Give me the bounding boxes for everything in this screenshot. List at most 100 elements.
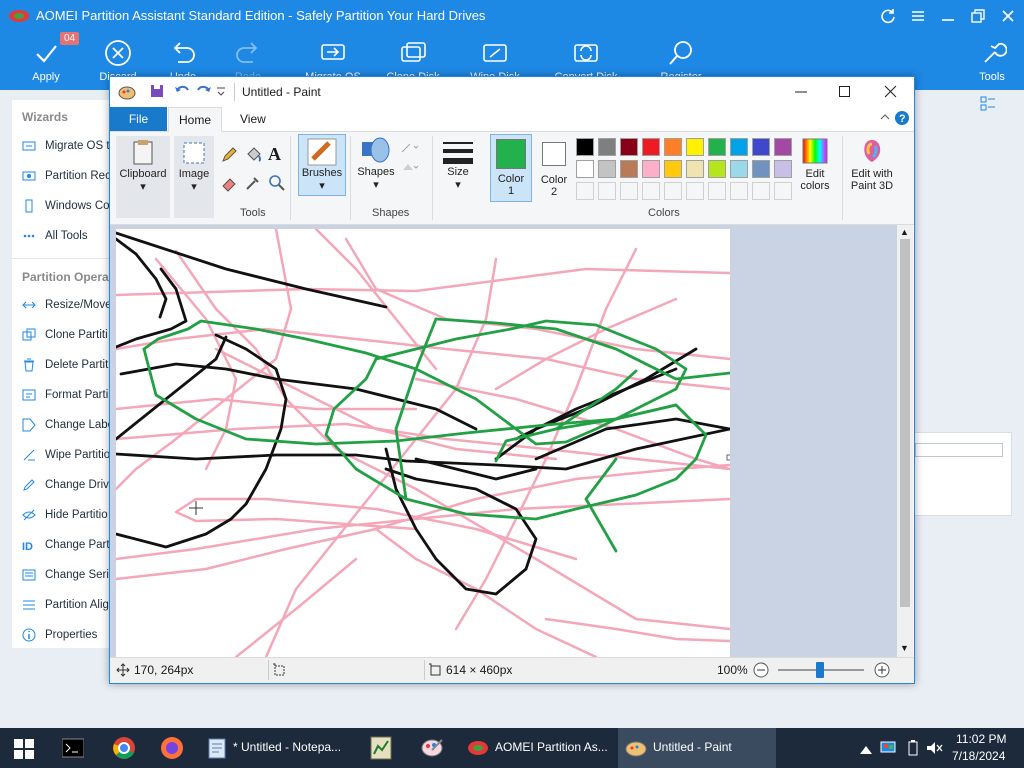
palette-empty-slot[interactable] [686,182,704,200]
palette-swatch[interactable] [774,138,792,156]
paint-close-icon[interactable] [884,85,898,102]
terminal-icon[interactable] [61,738,85,761]
paint-minimize-icon[interactable] [794,85,808,102]
palette-swatch[interactable] [774,160,792,178]
start-windows-icon[interactable] [14,739,34,762]
palette-swatch[interactable] [730,138,748,156]
palette-empty-slot[interactable] [730,182,748,200]
restore-icon[interactable] [970,8,986,27]
help-icon[interactable]: ? [894,110,910,129]
sidebar-item-change-drive-letter[interactable]: Change Driv [22,473,122,497]
zoom-in-icon[interactable] [874,662,890,681]
sidebar-item-partition-recovery[interactable]: Partition Rec [22,164,122,188]
sidebar-item-change-partition-type[interactable]: ID Change Part [22,533,122,557]
zoom-out-icon[interactable] [753,662,769,681]
sidebar-item-delete-partition[interactable]: Delete Partit [22,353,122,377]
disk-bar[interactable] [915,443,1003,457]
palette-swatch[interactable] [576,138,594,156]
palette-empty-slot[interactable] [576,182,594,200]
palette-empty-slot[interactable] [664,182,682,200]
palette-swatch[interactable] [598,138,616,156]
minimize-icon[interactable] [940,8,956,27]
chrome-icon[interactable] [112,736,136,763]
save-icon[interactable] [150,84,164,101]
canvas-resize-handle[interactable] [726,454,730,461]
clipboard-button[interactable]: Clipboard ▾ [116,136,170,218]
palette-swatch[interactable] [642,160,660,178]
palette-swatch[interactable] [752,138,770,156]
sidebar-item-migrate-os[interactable]: Migrate OS t [22,134,122,158]
apply-button[interactable]: 04 Apply [16,32,80,90]
customize-quick-access-icon[interactable] [216,84,226,101]
color-picker-icon[interactable] [244,174,262,195]
palette-empty-slot[interactable] [598,182,616,200]
size-button[interactable]: Size ▾ [438,136,478,200]
palette-swatch[interactable] [664,160,682,178]
palette-swatch[interactable] [708,138,726,156]
palette-swatch[interactable] [620,160,638,178]
tools-button[interactable]: Tools [968,32,1016,90]
shapes-button[interactable]: Shapes ▾ [354,136,398,200]
palette-swatch[interactable] [664,138,682,156]
magnifier-icon[interactable] [268,174,286,195]
palette-swatch[interactable] [730,160,748,178]
display-tray-icon[interactable] [880,740,896,759]
undo-icon[interactable] [174,84,190,101]
edit-with-paint3d-button[interactable]: Edit with Paint 3D [846,136,898,200]
tab-home[interactable]: Home [168,107,223,132]
sidebar-item-all-tools[interactable]: All Tools [22,224,122,248]
vertical-scrollbar[interactable]: ▲ ▼ [897,225,913,657]
palette-empty-slot[interactable] [752,182,770,200]
sidebar-item-wipe-partition[interactable]: Wipe Partitio [22,443,122,467]
task-manager-icon[interactable] [370,736,392,763]
view-toggle-icon[interactable] [980,96,996,115]
eraser-tool-icon[interactable] [220,174,238,195]
paint-maximize-icon[interactable] [838,85,852,102]
palette-empty-slot[interactable] [708,182,726,200]
drawing-canvas[interactable] [116,229,730,657]
brushes-button[interactable]: Brushes ▾ [298,134,346,196]
fill-icon[interactable] [400,160,420,177]
clock-date[interactable]: 7/18/2024 [952,749,1005,763]
palette-swatch[interactable] [598,160,616,178]
pencil-tool-icon[interactable] [220,146,238,167]
refresh-icon[interactable] [880,8,896,27]
edit-colors-button[interactable]: Edit colors [796,136,834,200]
sidebar-item-resize-move[interactable]: Resize/Move [22,293,122,317]
fill-tool-icon[interactable] [244,146,262,167]
volume-muted-icon[interactable] [926,740,944,759]
sidebar-item-change-serial-number[interactable]: Change Seria [22,563,122,587]
sidebar-item-change-label[interactable]: Change Labe [22,413,122,437]
palette-swatch[interactable] [686,138,704,156]
paint-app-icon[interactable] [118,83,136,104]
firefox-icon[interactable] [160,736,184,763]
tab-file[interactable]: File [110,107,167,131]
close-icon[interactable] [1000,8,1016,27]
palette-swatch[interactable] [620,138,638,156]
palette-empty-slot[interactable] [774,182,792,200]
taskbar-paint[interactable]: Untitled - Paint [618,728,776,768]
text-tool-icon[interactable]: A [268,144,281,165]
palette-empty-slot[interactable] [642,182,660,200]
scroll-down-icon[interactable]: ▼ [900,643,909,653]
sidebar-item-partition-alignment[interactable]: Partition Alig [22,593,122,617]
palette-swatch[interactable] [708,160,726,178]
color2-button[interactable]: Color 2 [534,136,574,200]
sidebar-item-format-partition[interactable]: Format Parti [22,383,122,407]
zoom-slider-thumb[interactable] [816,662,824,678]
ribbon-collapse-icon[interactable] [878,110,892,127]
image-button[interactable]: Image ▾ [174,136,214,218]
palette-swatch[interactable] [752,160,770,178]
battery-tray-icon[interactable] [906,740,920,759]
palette-empty-slot[interactable] [620,182,638,200]
sidebar-item-windows-to-go[interactable]: Windows Co [22,194,122,218]
sidebar-item-properties[interactable]: Properties [22,623,122,647]
sidebar-item-hide-partition[interactable]: Hide Partitio [22,503,122,527]
palette-swatch[interactable] [686,160,704,178]
scroll-up-icon[interactable]: ▲ [900,227,909,237]
palette-swatch[interactable] [576,160,594,178]
sidebar-item-clone-partition[interactable]: Clone Partiti [22,323,122,347]
palette-swatch[interactable] [642,138,660,156]
color1-button[interactable]: Color 1 [490,134,532,202]
redo-icon[interactable] [196,84,212,101]
